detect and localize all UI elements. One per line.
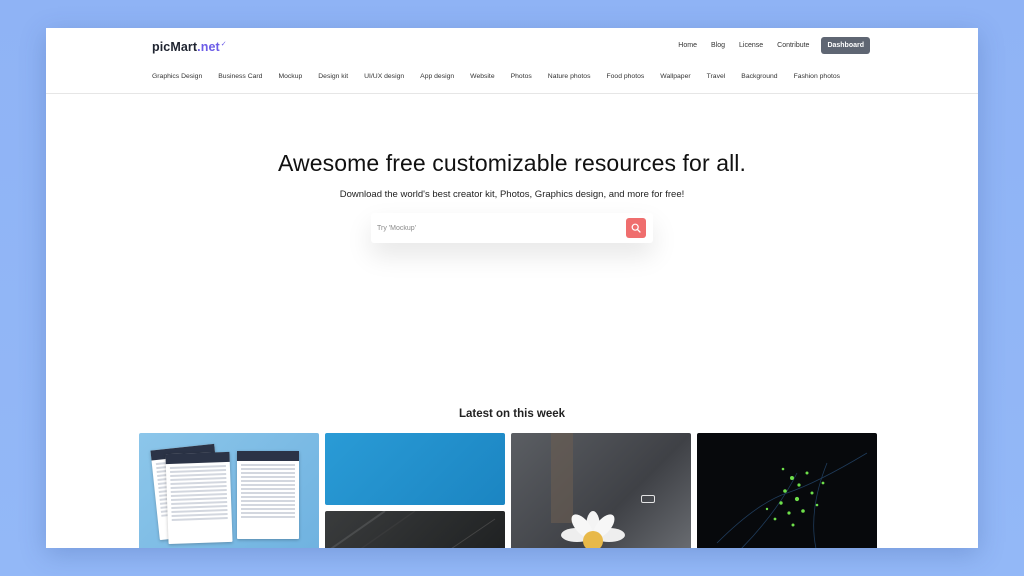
latest-section-title: Latest on this week — [458, 408, 566, 420]
hero-subtitle: Download the world's best creator kit, P… — [339, 189, 685, 200]
top-nav: Home Blog License Contribute Dashboard — [664, 37, 870, 54]
site-header: picMart.net✓ Home Blog License Contribut… — [46, 28, 978, 94]
search-icon — [631, 223, 641, 233]
search-button[interactable] — [626, 218, 646, 238]
browser-window: picMart.net✓ Home Blog License Contribut… — [46, 28, 978, 548]
site-logo[interactable]: picMart.net✓ — [152, 40, 227, 54]
nav-blog[interactable]: Blog — [711, 42, 725, 49]
logo-name: picMart — [152, 40, 198, 54]
latest-item-calendar[interactable] — [139, 433, 319, 548]
category-travel[interactable]: Travel — [707, 73, 726, 80]
latest-grid — [139, 433, 878, 548]
category-ui-ux-design[interactable]: UI/UX design — [364, 73, 404, 80]
category-app-design[interactable]: App design — [420, 73, 454, 80]
nav-license[interactable]: License — [739, 42, 763, 49]
category-graphics-design[interactable]: Graphics Design — [152, 73, 202, 80]
latest-item-daisy-photo[interactable] — [511, 433, 691, 548]
watermark-icon — [641, 495, 655, 503]
green-lights-illustration — [716, 452, 868, 548]
latest-item-green-lights[interactable] — [697, 433, 877, 548]
dark-texture-lines — [330, 511, 496, 548]
category-mockup[interactable]: Mockup — [278, 73, 302, 80]
dashboard-button[interactable]: Dashboard — [821, 37, 870, 54]
nav-home[interactable]: Home — [678, 42, 697, 49]
search-input[interactable] — [377, 218, 617, 238]
search-box — [371, 213, 653, 243]
calendar-sheet-middle — [165, 451, 233, 545]
logo-suffix: .net — [197, 40, 220, 54]
category-nature-photos[interactable]: Nature photos — [548, 73, 591, 80]
latest-item-blue-texture[interactable] — [325, 433, 505, 505]
nav-contribute[interactable]: Contribute — [777, 42, 809, 49]
daisy-illustration — [551, 433, 625, 548]
category-fashion-photos[interactable]: Fashion photos — [794, 73, 840, 80]
category-photos[interactable]: Photos — [511, 73, 532, 80]
category-business-card[interactable]: Business Card — [218, 73, 262, 80]
category-design-kit[interactable]: Design kit — [318, 73, 348, 80]
category-wallpaper[interactable]: Wallpaper — [660, 73, 690, 80]
hero-section: Awesome free customizable resources for … — [46, 150, 978, 200]
category-website[interactable]: Website — [470, 73, 494, 80]
latest-item-dark-texture[interactable] — [325, 511, 505, 548]
category-nav: Graphics Design Business Card Mockup Des… — [152, 73, 856, 80]
logo-check-icon: ✓ — [220, 41, 227, 48]
category-background[interactable]: Background — [741, 73, 777, 80]
calendar-sheet-front — [237, 451, 299, 539]
hero-title: Awesome free customizable resources for … — [277, 150, 746, 176]
category-food-photos[interactable]: Food photos — [606, 73, 644, 80]
